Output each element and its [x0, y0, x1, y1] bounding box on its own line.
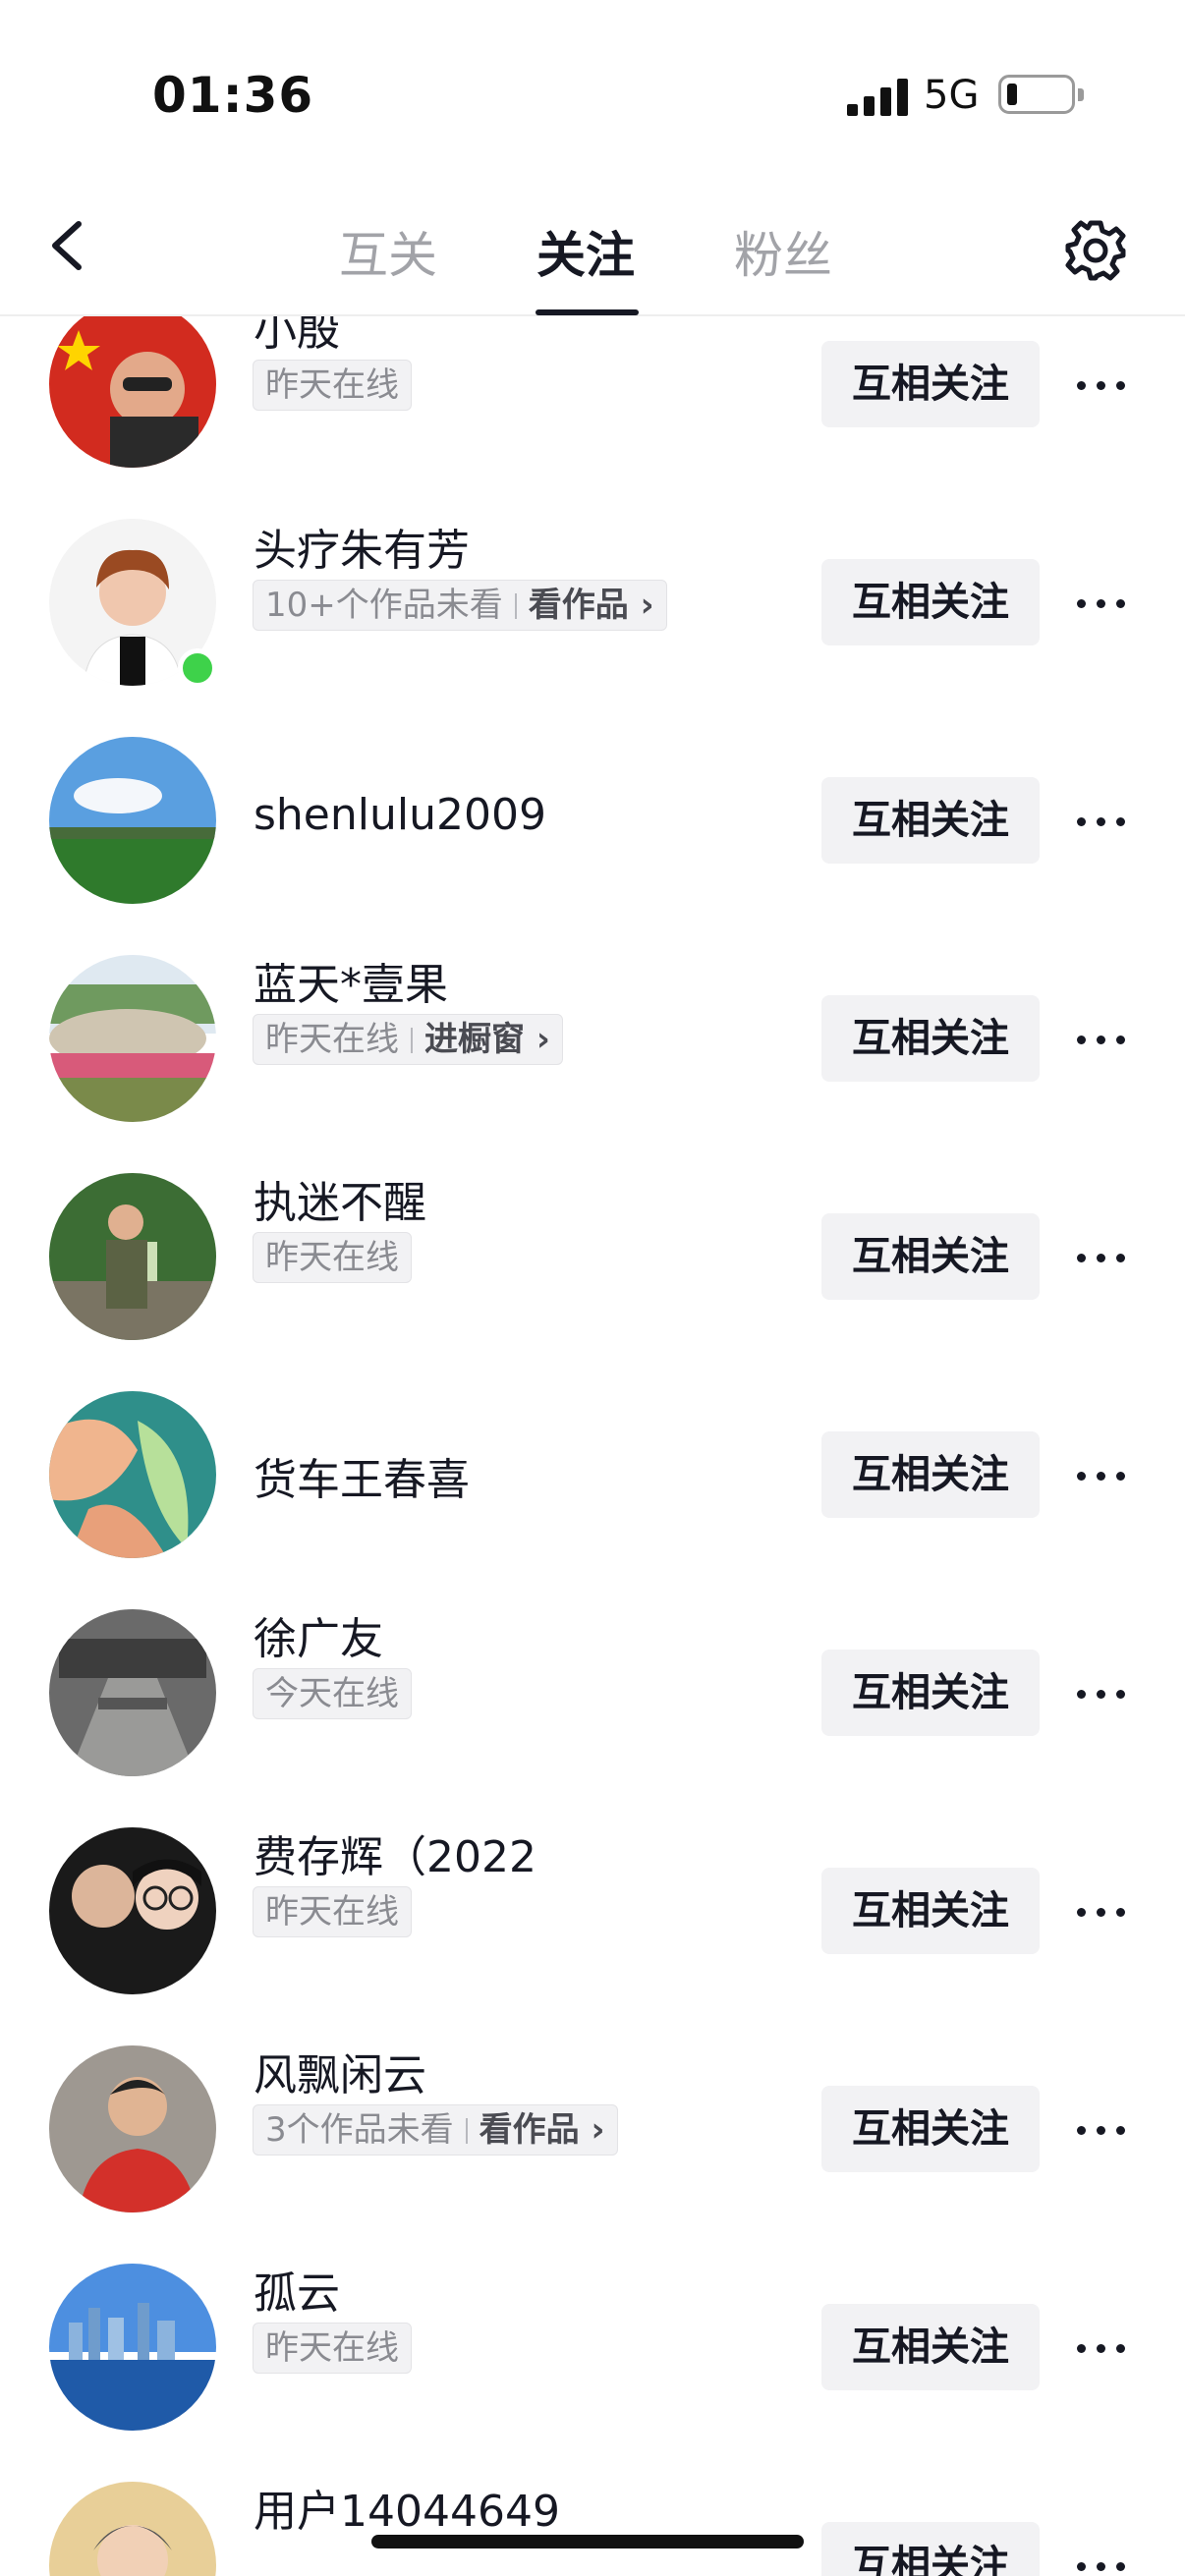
user-name[interactable]: 货车王春喜 — [254, 1444, 470, 1507]
more-options-icon[interactable] — [1077, 1460, 1136, 1489]
avatar[interactable] — [49, 737, 216, 904]
avatar[interactable] — [49, 2045, 216, 2212]
status-bar: 01:36 5G — [0, 0, 1185, 187]
follow-button[interactable]: 互相关注 — [821, 1868, 1040, 1954]
more-options-icon[interactable] — [1077, 2332, 1136, 2362]
avatar[interactable] — [49, 1827, 216, 1994]
follow-button[interactable]: 互相关注 — [821, 341, 1040, 427]
list-item[interactable]: shenlulu2009 互相关注 — [0, 711, 1185, 929]
avatar[interactable] — [49, 2482, 216, 2576]
follow-button[interactable]: 互相关注 — [821, 2086, 1040, 2172]
user-name[interactable]: shenlulu2009 — [254, 790, 546, 840]
user-name[interactable]: 头疗朱有芳 — [254, 515, 470, 578]
user-status[interactable]: 3个作品未看 看作品 › — [253, 2104, 618, 2156]
user-status[interactable]: 10+个作品未看 看作品 › — [253, 580, 667, 631]
gear-icon[interactable] — [1063, 218, 1128, 283]
user-status: 今天在线 — [253, 1668, 412, 1719]
online-indicator — [178, 648, 217, 688]
follow-button[interactable]: 互相关注 — [821, 2304, 1040, 2390]
top-nav: 互关 关注 粉丝 — [0, 187, 1185, 316]
user-name[interactable]: 小殷 — [254, 316, 340, 358]
tab-followers[interactable]: 粉丝 — [734, 216, 832, 287]
user-name[interactable]: 孤云 — [254, 2258, 340, 2321]
list-item[interactable]: 孤云 昨天在线 互相关注 — [0, 2238, 1185, 2456]
following-list: 小殷 昨天在线 互相关注 头疗朱有芳 10+个作品未看 看作品 › 互相关注 sh… — [0, 316, 1185, 2576]
list-item[interactable]: 用户14044649 互相关注 — [0, 2456, 1185, 2576]
follow-button[interactable]: 互相关注 — [821, 1431, 1040, 1518]
list-item[interactable]: 蓝天*壹果 昨天在线 进橱窗 › 互相关注 — [0, 929, 1185, 1148]
list-item[interactable]: 风飘闲云 3个作品未看 看作品 › 互相关注 — [0, 2020, 1185, 2238]
view-works-link[interactable]: 看作品 — [529, 586, 629, 625]
avatar[interactable] — [49, 2264, 216, 2431]
user-status: 昨天在线 — [253, 2323, 412, 2374]
follow-button[interactable]: 互相关注 — [821, 1213, 1040, 1300]
list-item[interactable]: 执迷不醒 昨天在线 互相关注 — [0, 1148, 1185, 1366]
user-name[interactable]: 执迷不醒 — [254, 1167, 426, 1230]
list-item[interactable]: 徐广友 今天在线 互相关注 — [0, 1584, 1185, 1802]
home-indicator[interactable] — [371, 2535, 804, 2548]
user-status: 昨天在线 — [253, 1886, 412, 1937]
status-time: 01:36 — [152, 67, 314, 124]
more-options-icon[interactable] — [1077, 806, 1136, 835]
shop-window-link[interactable]: 进橱窗 — [424, 1020, 525, 1059]
more-options-icon[interactable] — [1077, 1024, 1136, 1053]
more-options-icon[interactable] — [1077, 369, 1136, 399]
chevron-left-icon[interactable] — [39, 216, 98, 275]
avatar[interactable] — [49, 955, 216, 1122]
follow-button[interactable]: 互相关注 — [821, 995, 1040, 1082]
list-item[interactable]: 头疗朱有芳 10+个作品未看 看作品 › 互相关注 — [0, 493, 1185, 711]
more-options-icon[interactable] — [1077, 1678, 1136, 1708]
user-name[interactable]: 用户14044649 — [254, 2476, 560, 2539]
signal-icon — [847, 77, 908, 116]
view-works-link[interactable]: 看作品 — [480, 2110, 580, 2150]
user-name[interactable]: 徐广友 — [254, 1603, 383, 1666]
user-name[interactable]: 蓝天*壹果 — [254, 949, 448, 1012]
list-item[interactable]: 货车王春喜 互相关注 — [0, 1366, 1185, 1584]
follow-button[interactable]: 互相关注 — [821, 559, 1040, 645]
avatar[interactable] — [49, 1173, 216, 1340]
more-options-icon[interactable] — [1077, 1896, 1136, 1926]
tab-mutual[interactable]: 互关 — [339, 216, 437, 287]
avatar[interactable] — [49, 1391, 216, 1558]
more-options-icon[interactable] — [1077, 2114, 1136, 2144]
user-status[interactable]: 昨天在线 进橱窗 › — [253, 1014, 563, 1065]
follow-button[interactable]: 互相关注 — [821, 777, 1040, 864]
follow-button[interactable]: 互相关注 — [821, 2522, 1040, 2576]
list-item[interactable]: 小殷 昨天在线 互相关注 — [0, 316, 1185, 493]
more-options-icon[interactable] — [1077, 2550, 1136, 2576]
user-status: 昨天在线 — [253, 1232, 412, 1283]
active-tab-indicator — [536, 309, 639, 315]
battery-icon — [998, 75, 1084, 114]
network-type: 5G — [924, 73, 980, 118]
follow-button[interactable]: 互相关注 — [821, 1650, 1040, 1736]
user-status: 昨天在线 — [253, 360, 412, 411]
more-options-icon[interactable] — [1077, 1242, 1136, 1271]
list-item[interactable]: 费存辉（2022 昨天在线 互相关注 — [0, 1802, 1185, 2020]
user-name[interactable]: 风飘闲云 — [254, 2040, 426, 2102]
user-name[interactable]: 费存辉（2022 — [254, 1821, 536, 1884]
tab-following[interactable]: 关注 — [536, 216, 635, 287]
avatar[interactable] — [49, 1609, 216, 1776]
avatar[interactable] — [49, 316, 216, 468]
more-options-icon[interactable] — [1077, 588, 1136, 617]
